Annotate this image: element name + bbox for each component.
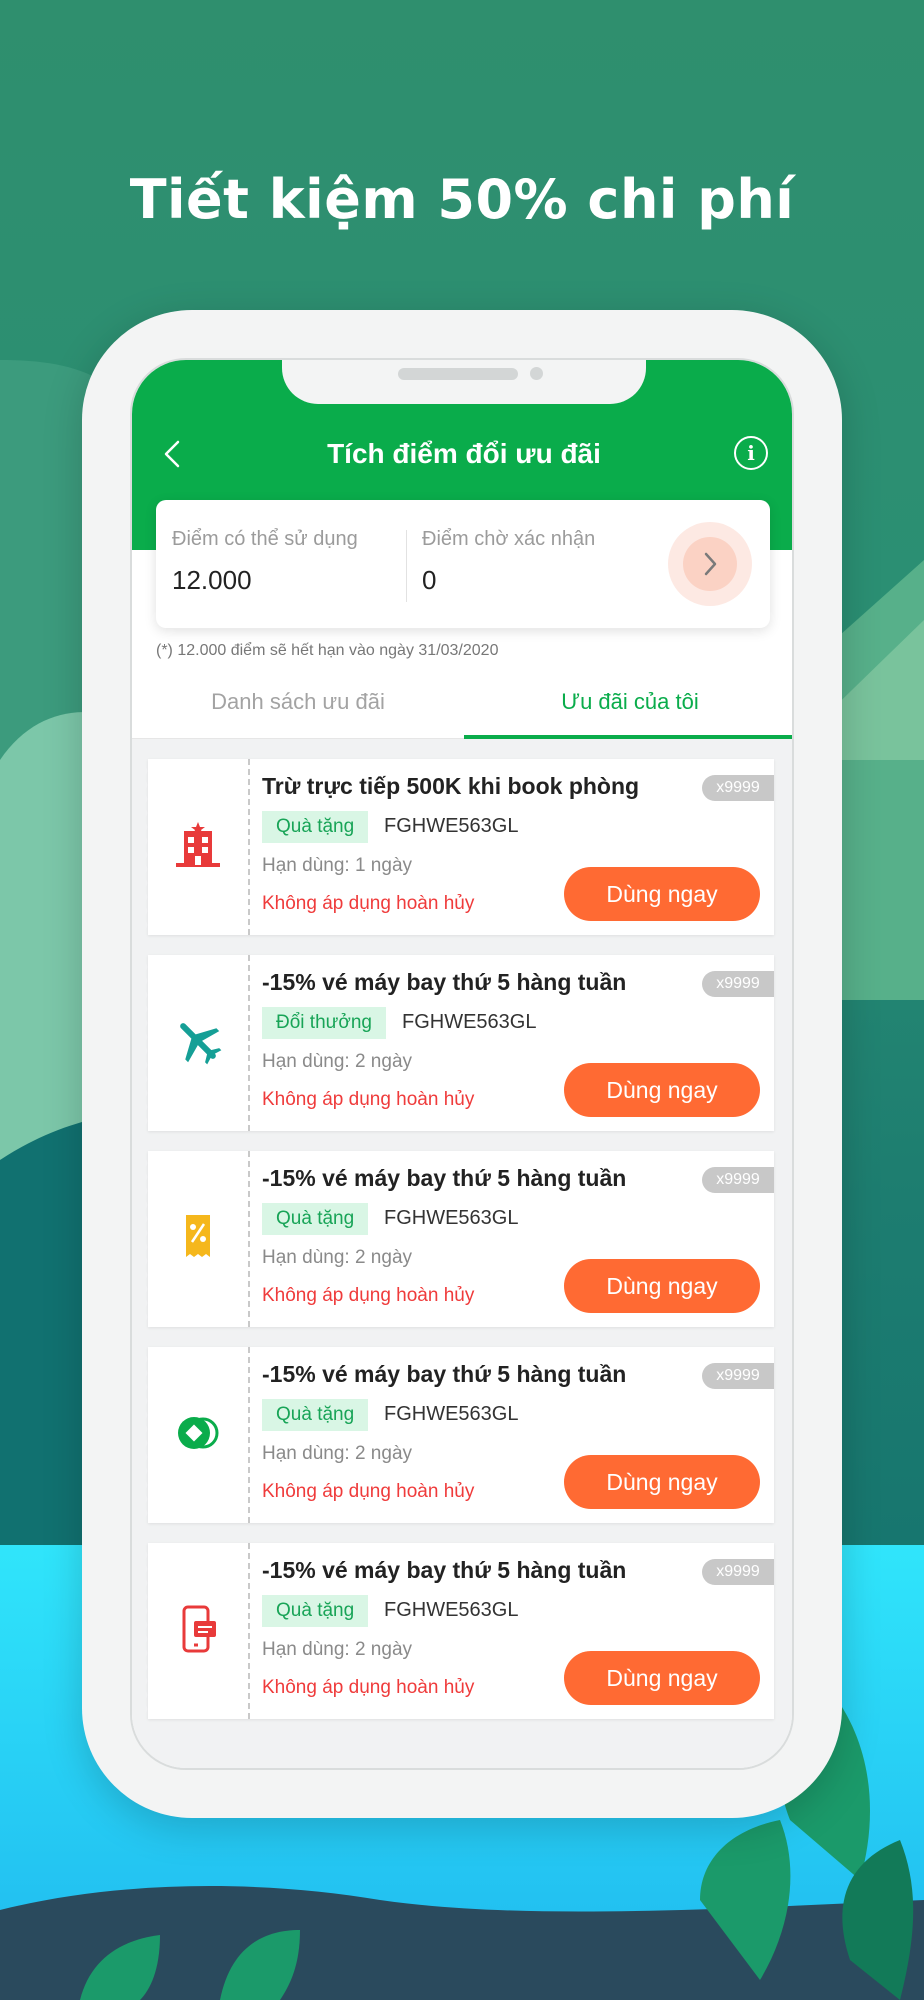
coupon-code: FGHWE563GL [384,815,519,837]
coins-icon [178,1417,219,1449]
info-icon: i [747,441,755,465]
chevron-right-icon [683,537,737,591]
coupon-card: Trừ trực tiếp 500K khi book phòng x9999 … [142,759,774,935]
speaker-grille [398,368,518,380]
coupon-divider [248,759,250,935]
coupon-divider [248,1151,250,1327]
available-points-label: Điểm có thể sử dụng [172,528,358,550]
coupon-divider [248,955,250,1131]
coupon-refund-note: Không áp dụng hoàn hủy [262,1089,475,1110]
coupon-card: -15% vé máy bay thứ 5 hàng tuần x9999 Qu… [142,1347,774,1523]
coupon-refund-note: Không áp dụng hoàn hủy [262,893,475,914]
tab-bar: Danh sách ưu đãi Ưu đãi của tôi [132,672,792,739]
coupon-refund-note: Không áp dụng hoàn hủy [262,1677,475,1698]
coupon-quantity-badge: x9999 [702,1363,774,1389]
pending-points: Điểm chờ xác nhận 0 [422,528,595,596]
coupon-title: -15% vé máy bay thứ 5 hàng tuần [262,1165,627,1191]
tab-my-offers[interactable]: Ưu đãi của tôi [464,672,792,738]
phone-notch [282,360,646,404]
discount-voucher-icon [186,1215,210,1257]
coupon-refund-note: Không áp dụng hoàn hủy [262,1285,475,1306]
coupon-expiry: Hạn dùng: 2 ngày [262,1443,413,1464]
tab-offer-list[interactable]: Danh sách ưu đãi [132,672,464,738]
coupon-code: FGHWE563GL [402,1011,537,1033]
coupon-type-tag: Đổi thưởng [262,1007,386,1039]
points-detail-button[interactable] [668,522,752,606]
coupon-refund-note: Không áp dụng hoàn hủy [262,1481,475,1502]
points-summary-card: Điểm có thể sử dụng 12.000 Điểm chờ xác … [156,500,770,628]
front-camera [530,367,543,380]
coupon-list[interactable]: Trừ trực tiếp 500K khi book phòng x9999 … [132,739,792,1768]
coupon-title: -15% vé máy bay thứ 5 hàng tuần [262,1361,627,1387]
use-now-button[interactable]: Dùng ngay [564,1455,760,1509]
coupon-divider [248,1543,250,1719]
coupon-type-tag: Quà tặng [262,811,369,843]
coupon-expiry: Hạn dùng: 2 ngày [262,1639,413,1660]
coupon-expiry: Hạn dùng: 2 ngày [262,1247,413,1268]
use-now-button[interactable]: Dùng ngay [564,1259,760,1313]
hotel-icon [176,822,220,867]
coupon-title: Trừ trực tiếp 500K khi book phòng [262,773,640,799]
mobile-payment-icon [182,1605,216,1653]
pending-points-label: Điểm chờ xác nhận [422,528,596,550]
coupon-type-tag: Quà tặng [262,1595,369,1627]
coupon-divider [248,1347,250,1523]
hero-title: Tiết kiệm 50% chi phí [129,168,795,231]
coupon-code: FGHWE563GL [384,1207,519,1229]
coupon-type-tag: Quà tặng [262,1399,369,1431]
coupon-quantity-badge: x9999 [702,1559,774,1585]
coupon-card: -15% vé máy bay thứ 5 hàng tuần x9999 Đổ… [142,955,774,1131]
available-points-value: 12.000 [172,565,252,595]
coupon-title: -15% vé máy bay thứ 5 hàng tuần [262,1557,627,1583]
coupon-code: FGHWE563GL [384,1599,519,1621]
available-points: Điểm có thể sử dụng 12.000 [172,528,358,596]
info-button[interactable]: i [734,436,768,470]
coupon-code: FGHWE563GL [384,1403,519,1425]
use-now-button[interactable]: Dùng ngay [564,867,760,921]
points-divider [406,530,407,602]
coupon-card: -15% vé máy bay thứ 5 hàng tuần x9999 Qu… [142,1543,774,1719]
coupon-expiry: Hạn dùng: 1 ngày [262,855,413,876]
coupon-expiry: Hạn dùng: 2 ngày [262,1051,413,1072]
airplane-icon [180,1023,222,1065]
coupon-title: -15% vé máy bay thứ 5 hàng tuần [262,969,627,995]
points-expiry-note: (*) 12.000 điểm sẽ hết hạn vào ngày 31/0… [156,642,499,659]
phone-mockup: Tích điểm đổi ưu đãi i Điểm có thể sử dụ… [82,310,842,1818]
coupon-type-tag: Quà tặng [262,1203,369,1235]
pending-points-value: 0 [422,565,437,595]
coupon-card: -15% vé máy bay thứ 5 hàng tuần x9999 Qu… [142,1151,774,1327]
use-now-button[interactable]: Dùng ngay [564,1651,760,1705]
coupon-quantity-badge: x9999 [702,971,774,997]
header-title: Tích điểm đổi ưu đãi [327,438,601,469]
phone-screen: Tích điểm đổi ưu đãi i Điểm có thể sử dụ… [130,358,794,1770]
coupon-quantity-badge: x9999 [702,1167,774,1193]
coupon-quantity-badge: x9999 [702,775,774,801]
use-now-button[interactable]: Dùng ngay [564,1063,760,1117]
